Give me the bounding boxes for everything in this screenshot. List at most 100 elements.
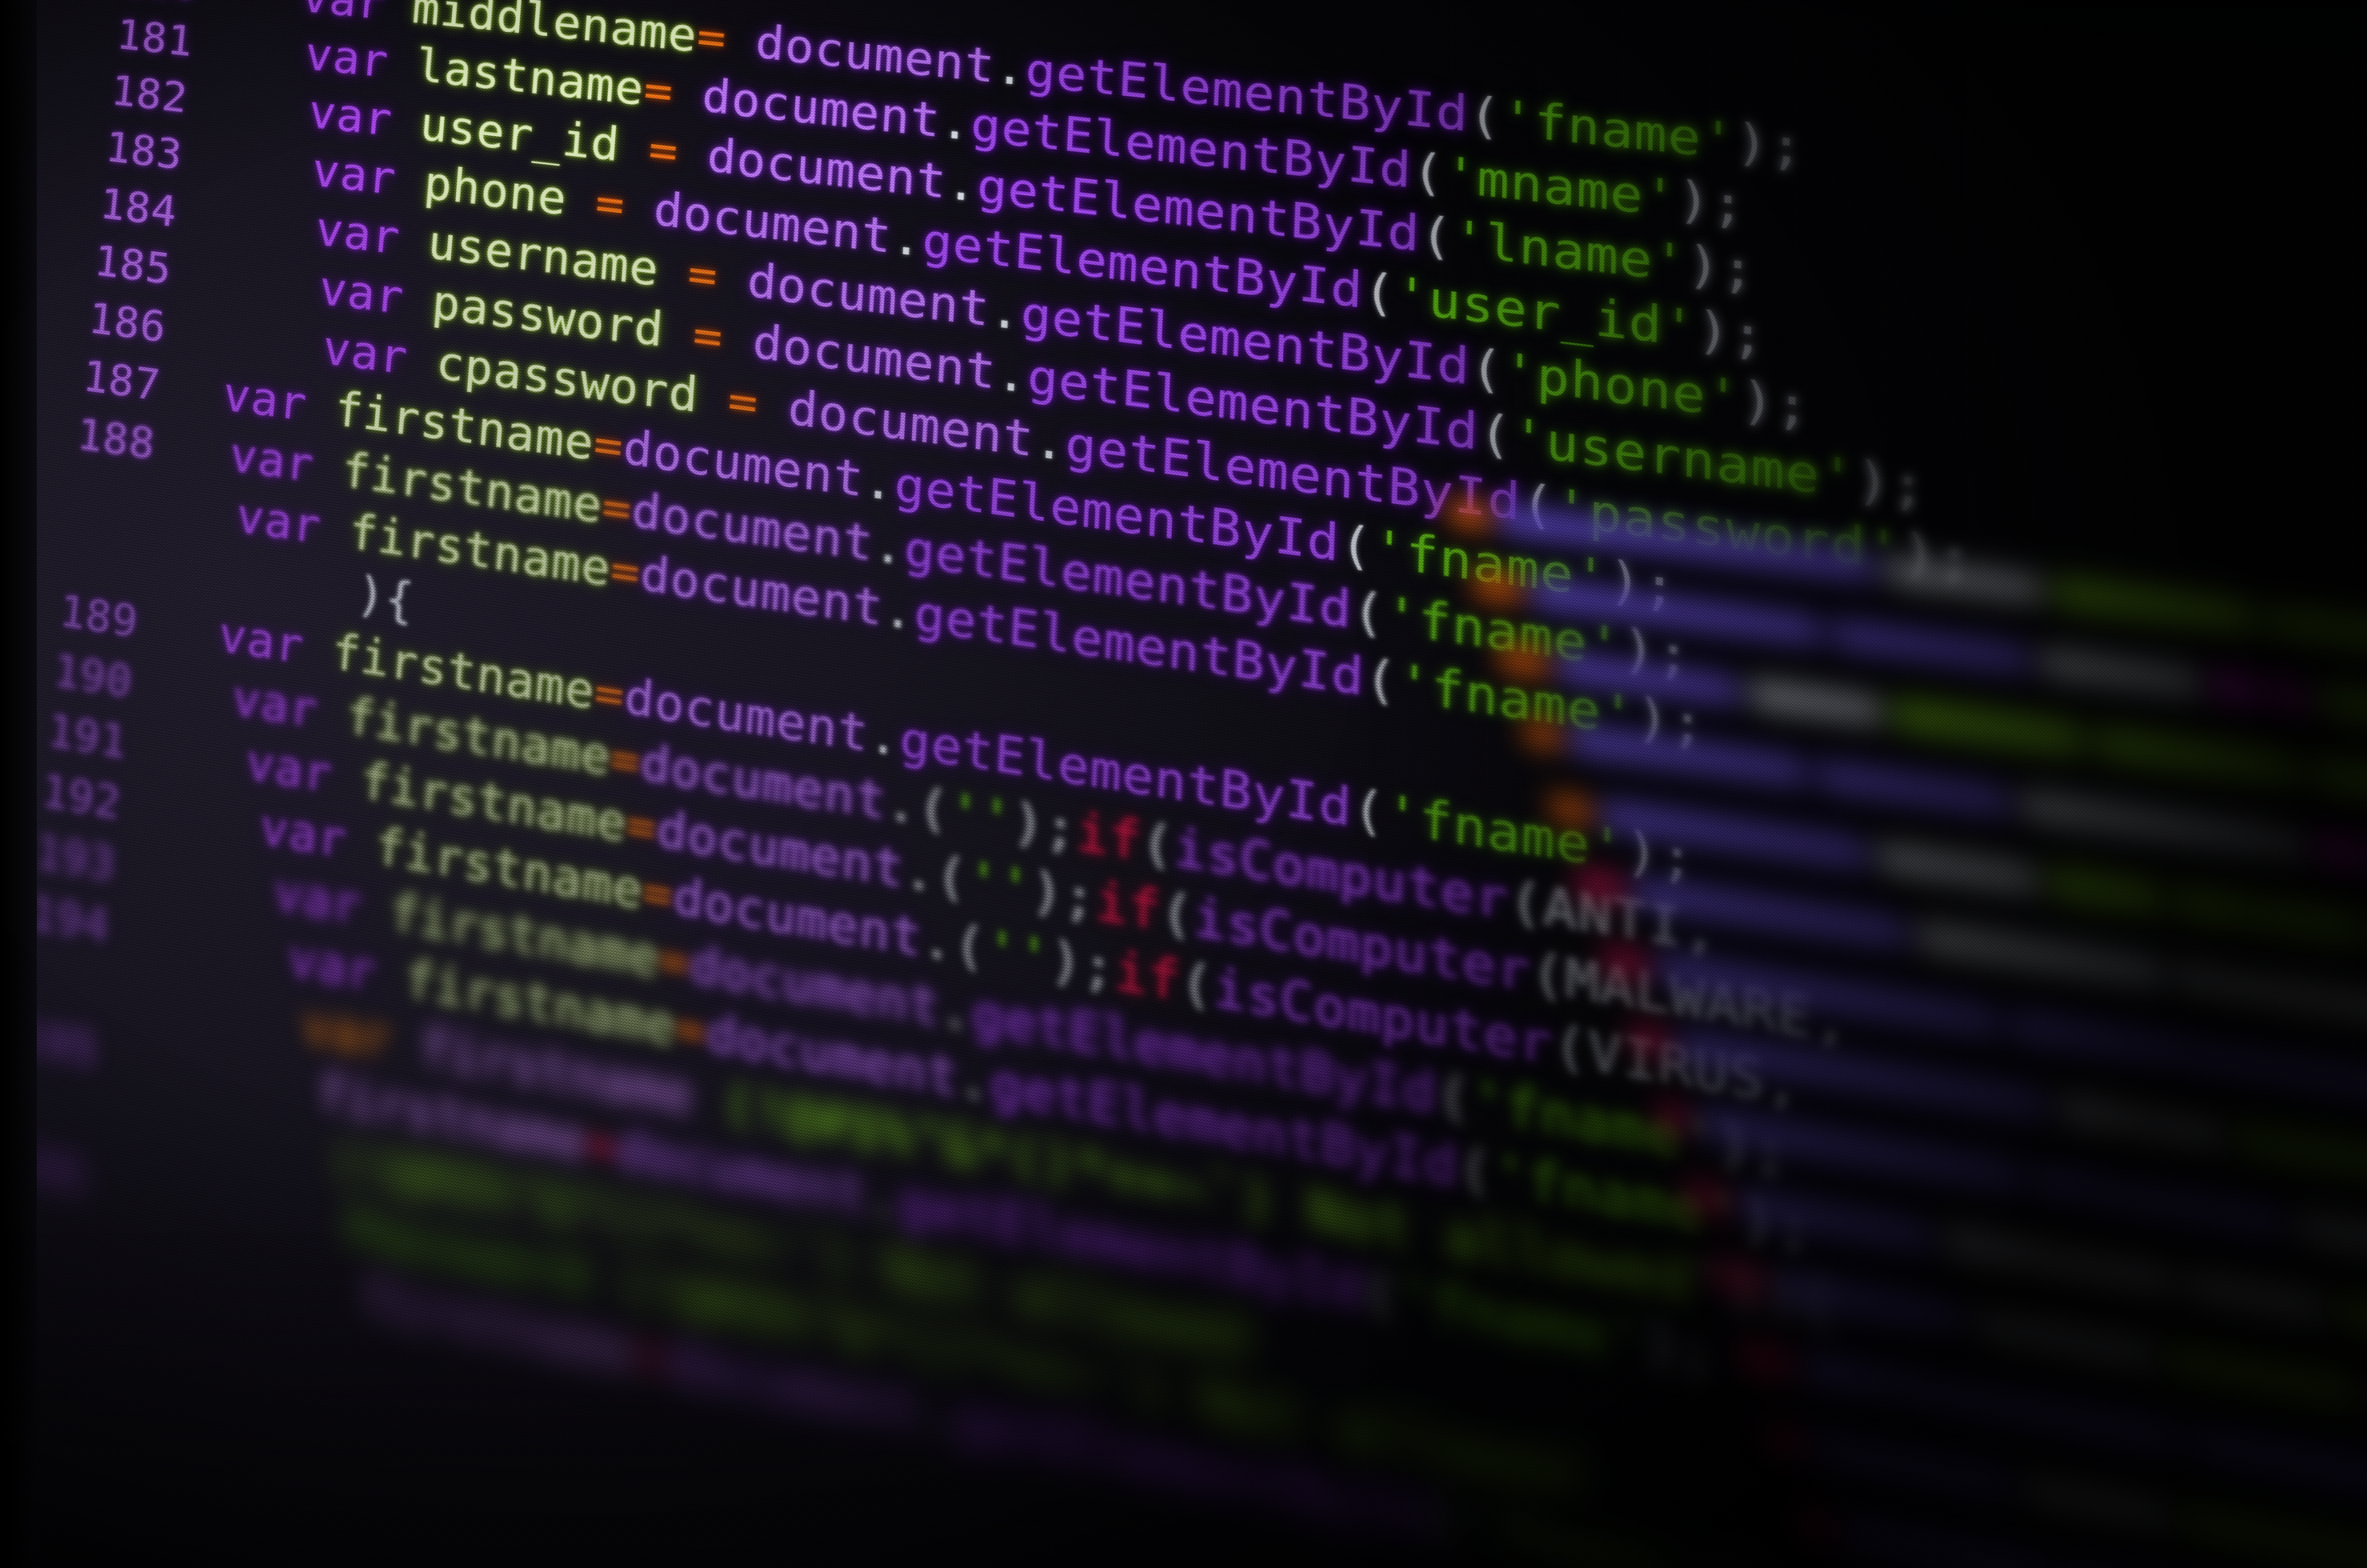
token-sp xyxy=(756,377,790,435)
blurred-token xyxy=(1559,651,1737,706)
blurred-token xyxy=(2273,678,2306,713)
token-sp xyxy=(586,1247,622,1313)
token-op: = xyxy=(674,998,708,1062)
blurred-token xyxy=(2061,1094,2221,1150)
token-sp xyxy=(725,14,758,69)
blurred-token xyxy=(2188,1269,2320,1322)
token-op: = xyxy=(594,176,626,232)
blurred-token xyxy=(1526,718,1560,750)
token-sp xyxy=(344,814,378,874)
token-sp xyxy=(565,173,598,229)
token-kw: var xyxy=(244,734,334,804)
blurred-token xyxy=(2099,726,2297,785)
token-sp xyxy=(311,439,344,497)
token-op: = xyxy=(642,63,675,119)
blurred-token xyxy=(1881,842,2036,894)
token-pun: ); xyxy=(1677,171,1745,236)
token-kw: var xyxy=(317,262,406,325)
lcd-panel: 180var middlename= document.getElementBy… xyxy=(0,0,2367,1568)
blurred-token xyxy=(1659,1101,1688,1134)
token-sp xyxy=(618,120,650,176)
token-op: = xyxy=(726,373,760,431)
token-pun: . xyxy=(872,516,906,577)
token-opr: = xyxy=(634,1324,669,1390)
token-kwo: var xyxy=(300,996,393,1070)
token-kw: var xyxy=(321,322,410,386)
token-kw: var xyxy=(230,670,320,738)
token-sp xyxy=(697,370,730,428)
token-sp xyxy=(398,213,430,269)
blurred-token xyxy=(1578,868,1623,903)
token-sp xyxy=(374,946,407,1008)
blurred-token xyxy=(2025,1472,2164,1530)
token-pun: ( xyxy=(1469,339,1504,401)
token-sp xyxy=(315,684,349,743)
token-pun: ); xyxy=(1049,930,1116,1001)
token-pun: . xyxy=(995,345,1029,404)
token-sp xyxy=(690,1067,725,1132)
token-sp xyxy=(382,0,414,33)
token-cond: if xyxy=(1075,803,1142,872)
blurred-token xyxy=(2213,670,2257,706)
token-pun: . xyxy=(1033,412,1067,472)
blurred-token xyxy=(1896,698,2081,754)
token-sp xyxy=(301,620,334,679)
blurred-token xyxy=(2043,647,2198,697)
token-sp xyxy=(388,1012,422,1074)
blurred-token xyxy=(1475,570,1521,603)
token-pun: ){ xyxy=(354,567,416,630)
token-op: = xyxy=(686,247,719,305)
token-kw: var xyxy=(306,86,394,146)
blurred-token xyxy=(1753,679,1881,725)
token-kw: var xyxy=(221,368,309,432)
blurred-token xyxy=(1820,759,2008,817)
token-pun: ( xyxy=(1339,515,1373,578)
token-pun: ( xyxy=(1362,1259,1398,1329)
token-kw: var xyxy=(314,202,402,265)
token-pun: . xyxy=(882,581,916,642)
token-sp xyxy=(330,749,363,809)
blurred-token xyxy=(1605,945,1646,980)
token-pun: . xyxy=(939,94,973,151)
token-pun: ); xyxy=(1735,114,1804,178)
blurred-token xyxy=(1800,1506,1834,1543)
token-sp xyxy=(716,250,749,308)
token-str: '' xyxy=(984,920,1051,990)
blurred-token xyxy=(2237,1122,2367,1184)
token-kw: var xyxy=(286,930,378,1002)
token-pun: ); xyxy=(1855,450,1926,519)
token-pun: ( xyxy=(1362,263,1397,323)
token-sp xyxy=(671,66,704,122)
token-op: = xyxy=(609,542,642,602)
token-pun: ( xyxy=(1351,779,1386,844)
token-cond: if xyxy=(1094,872,1162,942)
token-kw: var xyxy=(234,489,323,554)
token-sp xyxy=(394,154,426,209)
blurred-token xyxy=(1771,1423,1801,1459)
token-op: = xyxy=(641,863,675,926)
token-pun: ( xyxy=(1411,144,1445,203)
blurred-token xyxy=(2051,866,2161,914)
token-pun: . xyxy=(890,210,924,268)
blurred-token xyxy=(1714,1260,1765,1298)
token-op: = xyxy=(592,417,626,475)
blurred-token xyxy=(2180,886,2357,944)
token-pun: . xyxy=(862,453,896,513)
token-sp xyxy=(622,180,655,237)
blurred-token xyxy=(1889,555,2041,603)
blurred-token xyxy=(1449,498,1489,530)
token-pun: . xyxy=(866,1166,901,1233)
blurred-token xyxy=(2271,604,2367,651)
token-kw: var xyxy=(272,864,363,935)
token-pun: ); xyxy=(1011,793,1078,862)
blurred-token xyxy=(2316,757,2367,814)
token-pun: ); xyxy=(1030,862,1097,931)
token-sp xyxy=(721,311,754,370)
token-sp xyxy=(390,95,422,150)
monitor-photo: 180var middlename= document.getElementBy… xyxy=(0,0,2367,1568)
token-pun: ); xyxy=(1740,371,1809,438)
token-str: '' xyxy=(966,851,1032,920)
blurred-token xyxy=(2322,684,2367,737)
token-pun: ); xyxy=(1696,302,1765,368)
token-pun: ( xyxy=(1419,207,1453,267)
